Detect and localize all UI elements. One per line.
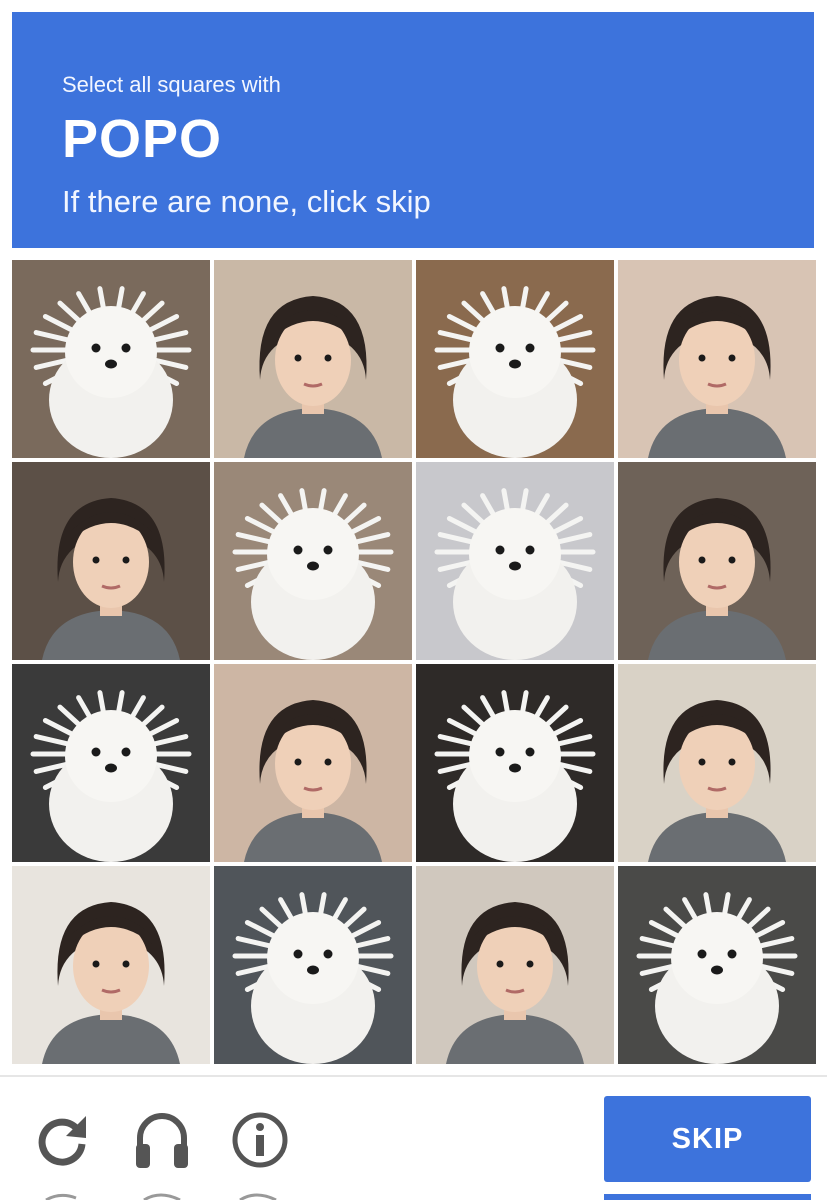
dog-photo (214, 866, 412, 1064)
dog-photo (416, 664, 614, 862)
captcha-tile-3-1[interactable] (12, 664, 210, 862)
cropped-icons-row (45, 1193, 277, 1200)
dog-photo (12, 260, 210, 458)
image-grid (12, 260, 816, 1064)
reload-button[interactable] (30, 1108, 94, 1172)
dog-photo (618, 866, 816, 1064)
captcha-tile-1-3[interactable] (416, 260, 614, 458)
dog-photo (416, 260, 614, 458)
captcha-tile-4-4[interactable] (618, 866, 816, 1064)
skip-button[interactable]: SKIP (604, 1096, 811, 1182)
captcha-tile-1-2[interactable] (214, 260, 412, 458)
person-photo (416, 866, 614, 1064)
dog-photo (416, 462, 614, 660)
audio-button[interactable] (130, 1108, 194, 1172)
captcha-tile-2-4[interactable] (618, 462, 816, 660)
info-button[interactable] (228, 1108, 292, 1172)
headphones-icon (136, 1113, 188, 1168)
captcha-tile-1-4[interactable] (618, 260, 816, 458)
person-photo (12, 462, 210, 660)
captcha-tile-3-4[interactable] (618, 664, 816, 862)
dog-photo (214, 462, 412, 660)
person-photo (214, 664, 412, 862)
captcha-tile-4-3[interactable] (416, 866, 614, 1064)
second-button-edge (604, 1194, 811, 1200)
target-label: POPO (62, 109, 223, 169)
captcha-tile-3-2[interactable] (214, 664, 412, 862)
dog-photo (12, 664, 210, 862)
person-photo (618, 664, 816, 862)
captcha-tile-1-1[interactable] (12, 260, 210, 458)
footer-divider (0, 1075, 827, 1077)
info-icon (232, 1112, 288, 1168)
captcha-tile-2-1[interactable] (12, 462, 210, 660)
captcha-header: Select all squares with POPO If there ar… (12, 12, 814, 248)
person-photo (12, 866, 210, 1064)
person-photo (618, 260, 816, 458)
person-photo (618, 462, 816, 660)
captcha-tile-4-1[interactable] (12, 866, 210, 1064)
skip-hint: If there are none, click skip (62, 184, 431, 219)
captcha-tile-4-2[interactable] (214, 866, 412, 1064)
captcha-tile-2-2[interactable] (214, 462, 412, 660)
instruction-text: Select all squares with (62, 72, 281, 97)
captcha-tile-3-3[interactable] (416, 664, 614, 862)
person-photo (214, 260, 412, 458)
reload-icon (38, 1116, 86, 1166)
captcha-tile-2-3[interactable] (416, 462, 614, 660)
